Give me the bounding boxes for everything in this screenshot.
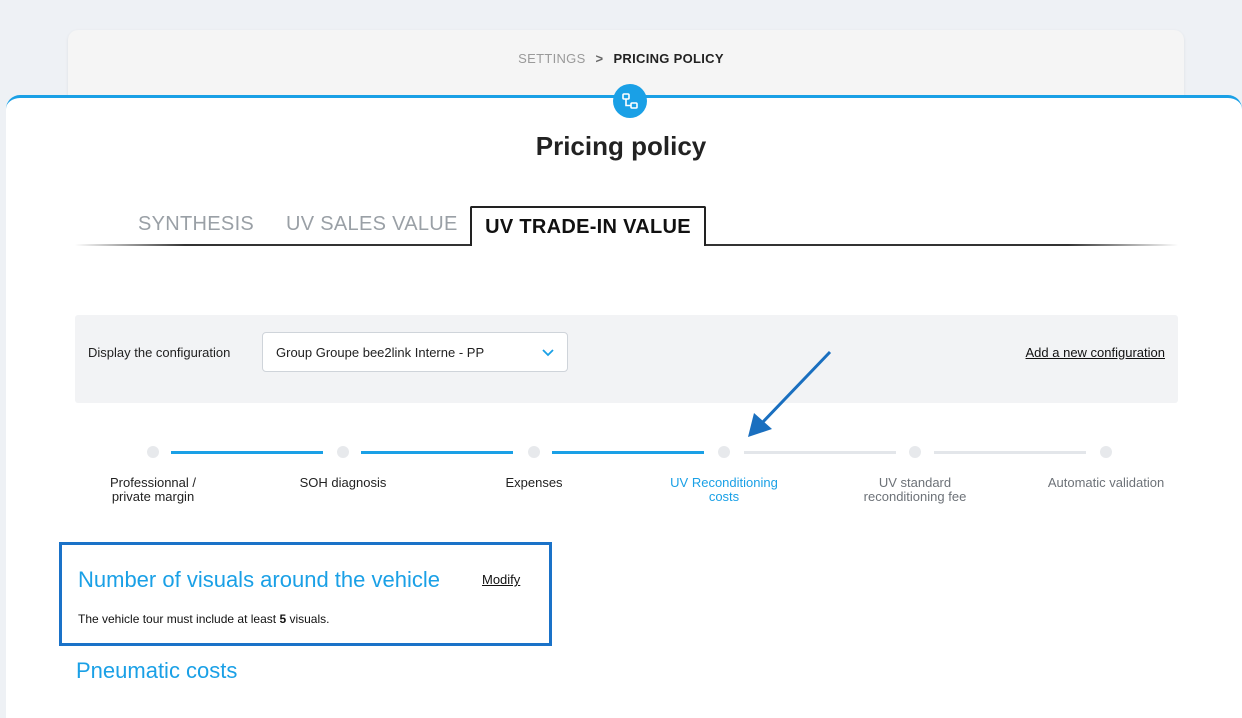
breadcrumb-settings[interactable]: SETTINGS: [518, 51, 585, 66]
step-dot[interactable]: [909, 446, 921, 458]
visuals-section: Number of visuals around the vehicle Mod…: [59, 542, 552, 646]
step-uv-reconditioning-costs[interactable]: UV Reconditioning costs: [644, 476, 804, 504]
step-soh-diagnosis[interactable]: SOH diagnosis: [263, 476, 423, 490]
step-connector: [934, 451, 1086, 454]
visuals-description: The vehicle tour must include at least 5…: [78, 612, 330, 626]
step-expenses[interactable]: Expenses: [454, 476, 614, 490]
step-dot[interactable]: [337, 446, 349, 458]
tab-uv-trade-in-value[interactable]: UV TRADE-IN VALUE: [470, 206, 706, 246]
step-automatic-validation[interactable]: Automatic validation: [1026, 476, 1186, 490]
configuration-select-value: Group Groupe bee2link Interne - PP: [276, 345, 485, 360]
step-connector: [552, 451, 704, 454]
add-configuration-link[interactable]: Add a new configuration: [1026, 345, 1165, 360]
configuration-label: Display the configuration: [88, 345, 231, 360]
step-connector: [361, 451, 513, 454]
chevron-down-icon: [541, 345, 555, 364]
step-uv-standard-fee[interactable]: UV standard reconditioning fee: [835, 476, 995, 504]
step-dot[interactable]: [1100, 446, 1112, 458]
breadcrumb-current: PRICING POLICY: [613, 51, 724, 66]
step-dot[interactable]: [718, 446, 730, 458]
breadcrumb: SETTINGS > PRICING POLICY: [0, 51, 1242, 66]
step-dot[interactable]: [147, 446, 159, 458]
configuration-select[interactable]: Group Groupe bee2link Interne - PP: [262, 332, 568, 372]
step-professional-margin[interactable]: Professionnal / private margin: [73, 476, 233, 504]
tab-uv-sales-value[interactable]: UV SALES VALUE: [286, 213, 458, 236]
chevron-right-icon: >: [595, 51, 604, 66]
tab-synthesis[interactable]: SYNTHESIS: [138, 213, 254, 236]
stepper: Professionnal / private margin SOH diagno…: [0, 440, 1242, 510]
modify-link[interactable]: Modify: [482, 572, 520, 587]
pneumatic-costs-title: Pneumatic costs: [76, 658, 238, 683]
page-title: Pricing policy: [535, 131, 707, 161]
pricing-badge-icon: [613, 84, 647, 118]
annotation-arrow-icon: [748, 350, 832, 437]
visuals-section-title: Number of visuals around the vehicle: [78, 567, 440, 592]
step-dot[interactable]: [528, 446, 540, 458]
step-connector: [171, 451, 323, 454]
step-connector: [744, 451, 896, 454]
configuration-bar: Display the configuration Group Groupe b…: [75, 315, 1178, 403]
